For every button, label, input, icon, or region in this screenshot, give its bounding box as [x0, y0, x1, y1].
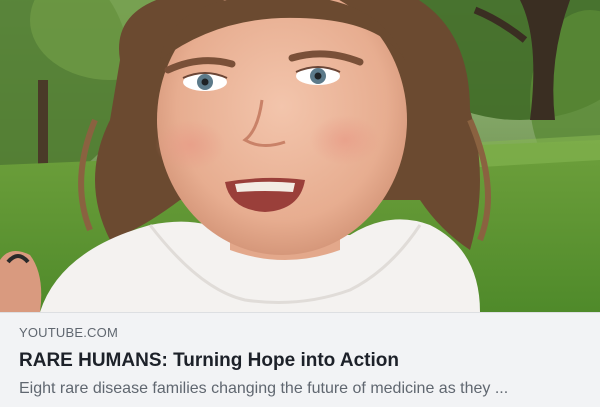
link-preview-card[interactable]: YOUTUBE.COM RARE HUMANS: Turning Hope in… [0, 0, 600, 407]
link-preview-meta[interactable]: YOUTUBE.COM RARE HUMANS: Turning Hope in… [0, 312, 600, 407]
source-domain: YOUTUBE.COM [19, 325, 118, 340]
child-portrait-photo [0, 0, 600, 312]
link-title[interactable]: RARE HUMANS: Turning Hope into Action [19, 349, 588, 373]
link-description: Eight rare disease families changing the… [19, 380, 509, 397]
video-thumbnail[interactable] [0, 0, 600, 312]
